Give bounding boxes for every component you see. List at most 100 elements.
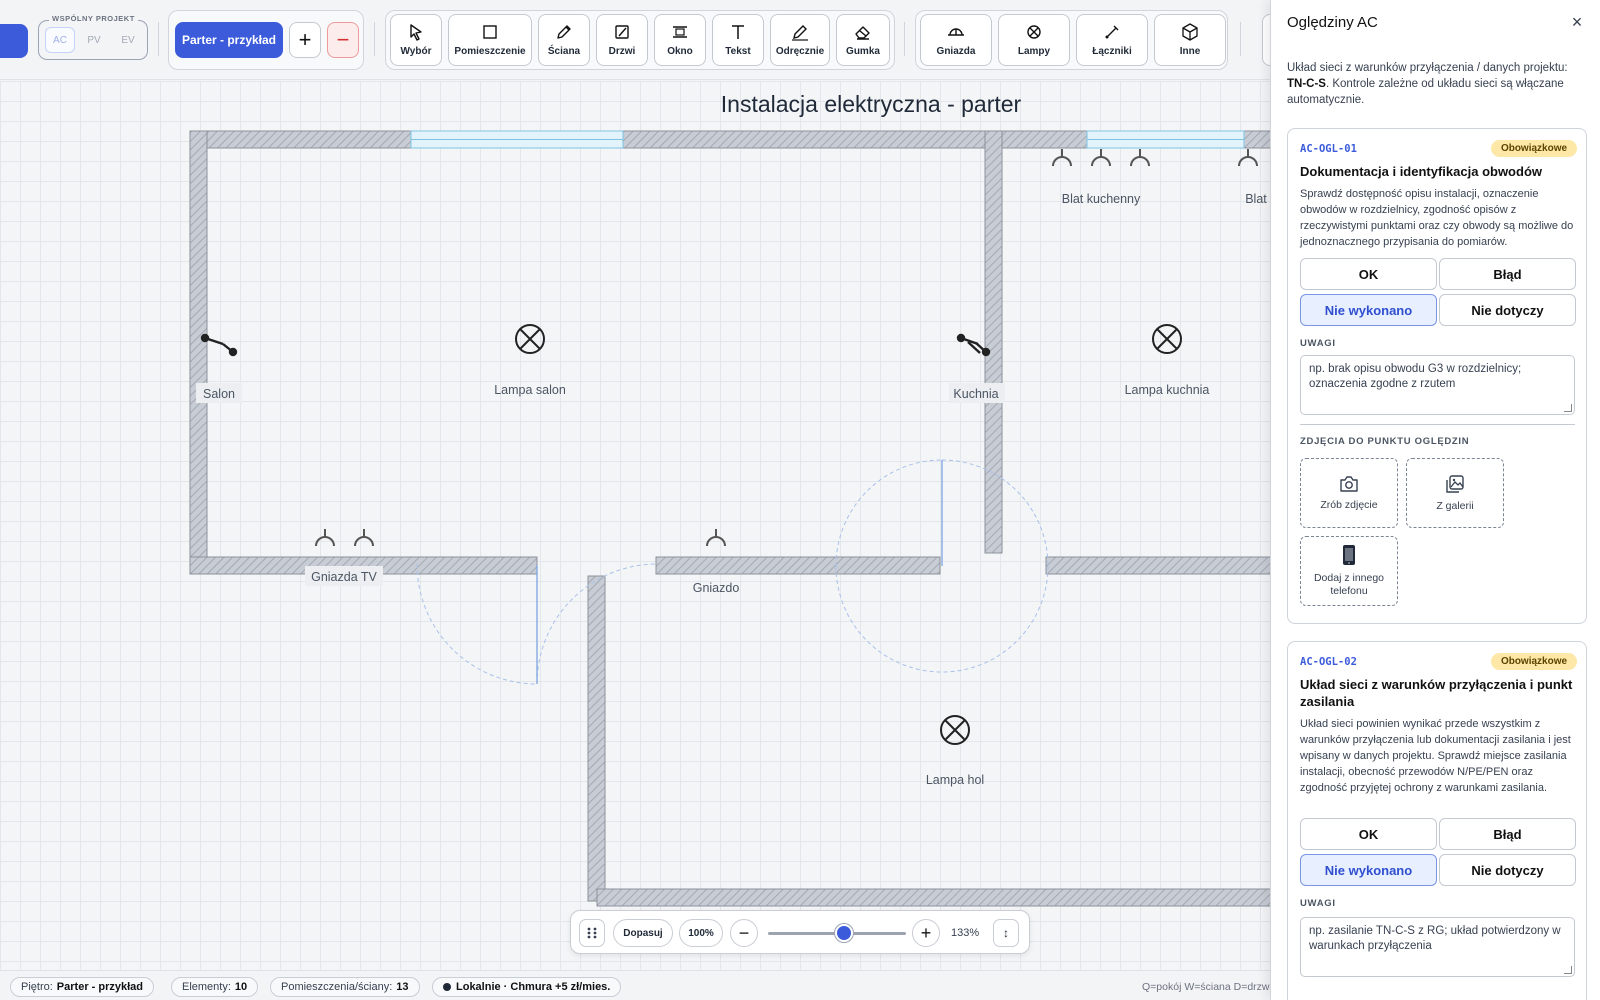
take-photo-button[interactable]: Zrób zdjęcie [1300, 458, 1398, 528]
from-gallery-label: Z galerii [1436, 499, 1474, 512]
toolbar-separator [374, 22, 375, 56]
socket-icon [1130, 148, 1150, 167]
close-icon[interactable]: × [1567, 12, 1587, 32]
label-gniazda-tv[interactable]: Gniazda TV [311, 570, 377, 584]
floor-plan-drawing[interactable]: Blat kuchenny Blat Salon Lampa salon Kuc… [0, 81, 1270, 970]
notes-label: UWAGI [1300, 898, 1336, 909]
tool-sockets-label: Gniazda [936, 46, 976, 57]
from-gallery-button[interactable]: Z galerii [1406, 458, 1504, 528]
shared-tab-ev[interactable]: EV [113, 27, 143, 53]
sync-status[interactable]: Lokalnie · Chmura +5 zł/mies. [432, 977, 622, 997]
tool-room-label: Pomieszczenie [454, 46, 526, 57]
zoom-in-button[interactable]: + [912, 919, 940, 947]
socket-icon [315, 528, 335, 547]
add-from-phone-button[interactable]: Dodaj z innego telefonu [1300, 536, 1398, 606]
sockets[interactable] [315, 148, 1258, 547]
grid-type-value: TN-C-S [1287, 78, 1326, 90]
result-not-done-button[interactable]: Nie wykonano [1300, 854, 1437, 886]
label-lampa-hol[interactable]: Lampa hol [926, 773, 984, 787]
tool-wall-label: Ściana [547, 46, 581, 57]
socket-icon [1052, 148, 1072, 167]
toolbar-separator [1240, 22, 1241, 56]
collapsed-menu-button[interactable] [0, 24, 28, 58]
tool-text[interactable]: Tekst [712, 14, 764, 66]
status-rooms: Pomieszczenia/ściany: 13 [270, 977, 420, 997]
result-not-applicable-button[interactable]: Nie dotyczy [1439, 294, 1576, 326]
shared-tab-ac[interactable]: AC [45, 27, 75, 53]
label-blat-kuchenny[interactable]: Blat kuchenny [1062, 192, 1141, 206]
socket-icon [354, 528, 374, 547]
result-not-done-button[interactable]: Nie wykonano [1300, 294, 1437, 326]
card-heading: Układ sieci z warunków przyłączenia i pu… [1300, 677, 1573, 709]
label-lampa-kuchnia[interactable]: Lampa kuchnia [1125, 383, 1210, 397]
remove-floor-button[interactable]: − [327, 22, 359, 58]
status-rooms-label: Pomieszczenia/ściany: [281, 981, 393, 993]
tool-other-label: Inne [1179, 46, 1201, 57]
card-code: AC-OGL-01 [1300, 143, 1357, 155]
tool-room[interactable]: Pomieszczenie [448, 14, 532, 66]
tool-select[interactable]: Wybór [390, 14, 442, 66]
shared-project-title: WSPÓLNY PROJEKT [49, 14, 138, 23]
zoom-reset-button[interactable]: 100% [679, 919, 723, 947]
zoom-collapse-button[interactable]: ↕ [993, 919, 1019, 947]
drag-handle-icon[interactable] [579, 919, 605, 947]
label-kuchnia[interactable]: Kuchnia [953, 387, 998, 401]
tool-wall[interactable]: Ściana [538, 14, 590, 66]
notes-textarea[interactable]: np. zasilanie TN-C-S z RG; układ potwier… [1300, 917, 1575, 977]
tool-eraser-label: Gumka [846, 46, 880, 57]
tool-switches-label: Łączniki [1092, 46, 1132, 57]
result-not-applicable-button[interactable]: Nie dotyczy [1439, 854, 1576, 886]
zoom-toolbar: Dopasuj 100% − + 133% ↕ [570, 910, 1030, 954]
panel-intro: Układ sieci z warunków przyłączenia / da… [1287, 60, 1587, 108]
divider [1300, 424, 1575, 425]
photos-label: ZDJĘCIA DO PUNKTU OGLĘDZIN [1300, 436, 1470, 447]
label-salon[interactable]: Salon [203, 387, 235, 401]
tool-lamps-label: Lampy [1017, 46, 1051, 57]
tool-switches[interactable]: Łączniki [1076, 14, 1148, 66]
label-gniazdo[interactable]: Gniazdo [693, 581, 740, 595]
shared-tab-pv[interactable]: PV [79, 27, 109, 53]
tool-freehand[interactable]: Odręcznie [770, 14, 830, 66]
tool-door-label: Drzwi [608, 46, 636, 57]
zoom-fit-button[interactable]: Dopasuj [613, 919, 673, 947]
inspection-panel: Oględziny AC × Układ sieci z warunków pr… [1270, 0, 1600, 1000]
zoom-out-button[interactable]: − [730, 919, 758, 947]
camera-icon [1340, 475, 1358, 492]
card-description: Sprawdź dostępność opisu instalacji, ozn… [1300, 188, 1574, 248]
tool-eraser[interactable]: Gumka [836, 14, 890, 66]
tool-select-label: Wybór [400, 46, 432, 57]
panel-title: Oględziny AC [1287, 14, 1378, 31]
result-error-button[interactable]: Błąd [1439, 818, 1576, 850]
zoom-level: 133% [951, 927, 980, 939]
intro-rest: . Kontrole zależne od układu sieci są wł… [1287, 78, 1564, 106]
result-ok-button[interactable]: OK [1300, 258, 1437, 290]
floor-select-button[interactable]: Parter - przykład [175, 22, 283, 58]
status-elements-label: Elementy: [182, 981, 231, 993]
pen-icon [792, 25, 808, 41]
switches[interactable] [200, 333, 991, 357]
shortcut-hint: Q=pokój W=ściana D=drzw [1142, 981, 1270, 993]
status-floor-label: Piętro: [21, 981, 53, 993]
tool-window-label: Okno [667, 46, 693, 57]
add-floor-button[interactable]: + [289, 22, 321, 58]
tool-door[interactable]: Drzwi [596, 14, 648, 66]
walls[interactable] [189, 130, 1270, 907]
cursor-arrow-icon [410, 24, 422, 41]
tool-other[interactable]: Inne [1154, 14, 1226, 66]
lamps[interactable] [515, 324, 1182, 745]
label-lampa-salon[interactable]: Lampa salon [494, 383, 566, 397]
switch-icon [1105, 25, 1119, 39]
plan-title[interactable]: Instalacja elektryczna - parter [721, 91, 1022, 117]
result-error-button[interactable]: Błąd [1439, 258, 1576, 290]
status-bar: Piętro: Parter - przykład Elementy: 10 Pom… [0, 970, 1270, 1000]
label-blat[interactable]: Blat [1245, 192, 1267, 206]
tool-window[interactable]: Okno [654, 14, 706, 66]
result-ok-button[interactable]: OK [1300, 818, 1437, 850]
tool-sockets[interactable]: Gniazda [920, 14, 992, 66]
notes-textarea[interactable]: np. brak opisu obwodu G3 w rozdzielnicy;… [1300, 355, 1575, 415]
zoom-slider-thumb[interactable] [834, 924, 853, 942]
floor-plan-canvas[interactable]: Blat kuchenny Blat Salon Lampa salon Kuc… [0, 81, 1270, 970]
status-floor: Piętro: Parter - przykład [10, 977, 154, 997]
tool-lamps[interactable]: Lampy [998, 14, 1070, 66]
switch-icon [956, 333, 991, 357]
